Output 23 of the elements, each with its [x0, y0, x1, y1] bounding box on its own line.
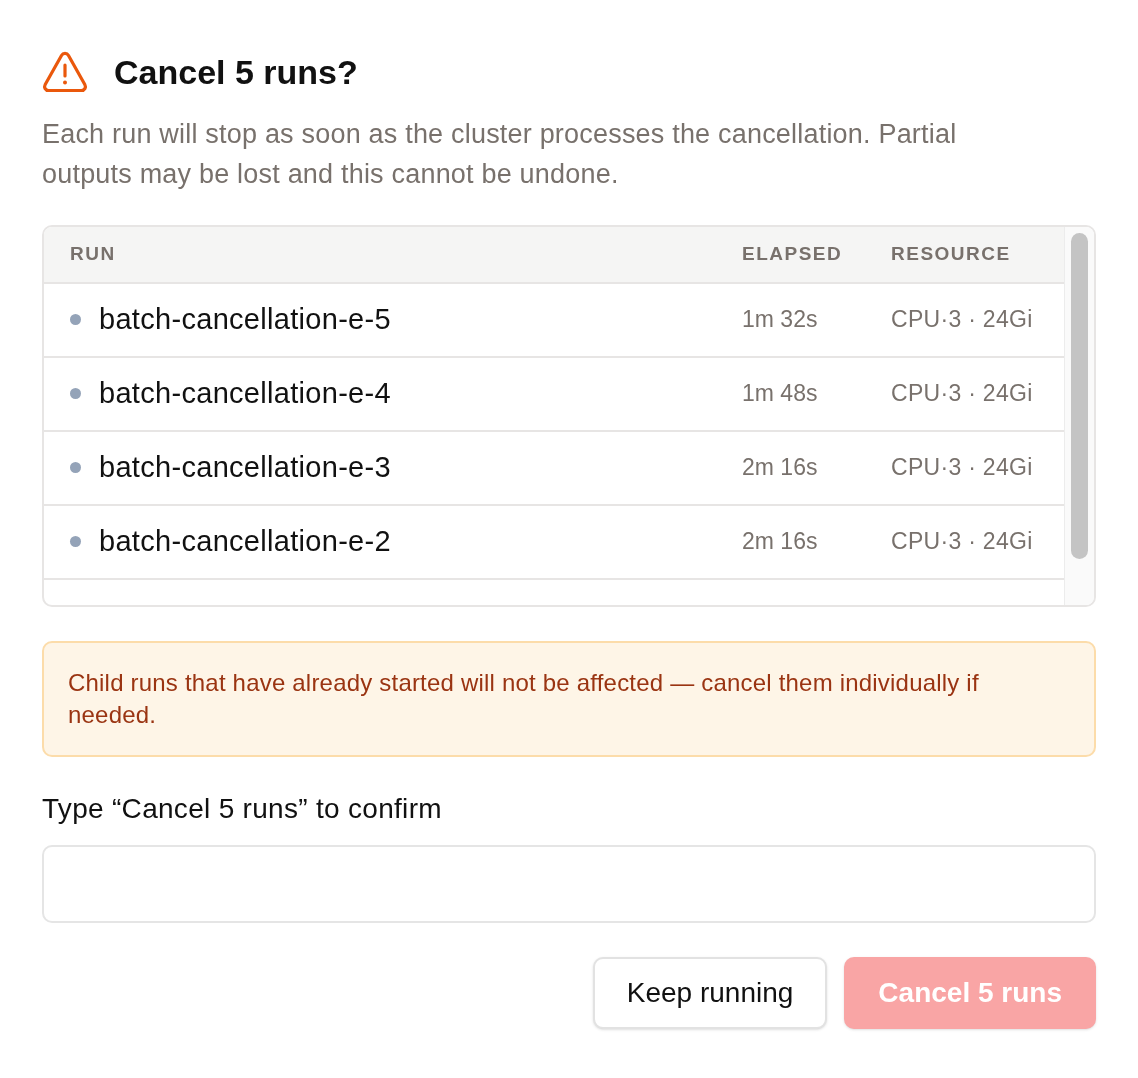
elapsed-time: 2m 16s: [742, 454, 818, 481]
elapsed-time: 1m 32s: [742, 306, 818, 333]
elapsed-time: 2m 16s: [742, 528, 818, 555]
resource-spec: CPU·3 · 24Gi: [891, 380, 1033, 407]
warning-icon: [42, 51, 88, 94]
column-header: RUN: [70, 242, 116, 264]
elapsed-time: 1m 48s: [742, 380, 818, 407]
resource-spec: CPU·3 · 24Gi: [891, 454, 1033, 481]
confirm-label: Type “Cancel 5 runs” to confirm: [42, 791, 443, 826]
column-header: RESOURCE: [891, 242, 1011, 264]
run-name: batch-cancellation-e-4: [99, 375, 391, 411]
column-header: ELAPSED: [742, 242, 843, 264]
resource-spec: CPU·3 · 24Gi: [891, 528, 1033, 555]
dialog-title: Cancel 5 runs?: [114, 52, 358, 93]
run-name: batch-cancellation-e-3: [99, 449, 391, 485]
keep-running-button[interactable]: Keep running: [592, 956, 828, 1029]
dialog-description: Each run will stop as soon as the cluster processes the cancellation. Partial outputs may be lost and this cannot be undone.: [42, 117, 958, 191]
confirm-input[interactable]: [42, 844, 1096, 923]
run-name: batch-cancellation-e-5: [99, 301, 391, 337]
notice-text: Child runs that have already started will not be affected — cancel them individually if needed.: [68, 667, 980, 730]
resource-spec: CPU·3 · 24Gi: [891, 306, 1033, 333]
run-name: batch-cancellation-e-2: [99, 523, 391, 559]
scrollbar-thumb[interactable]: [1071, 232, 1088, 559]
